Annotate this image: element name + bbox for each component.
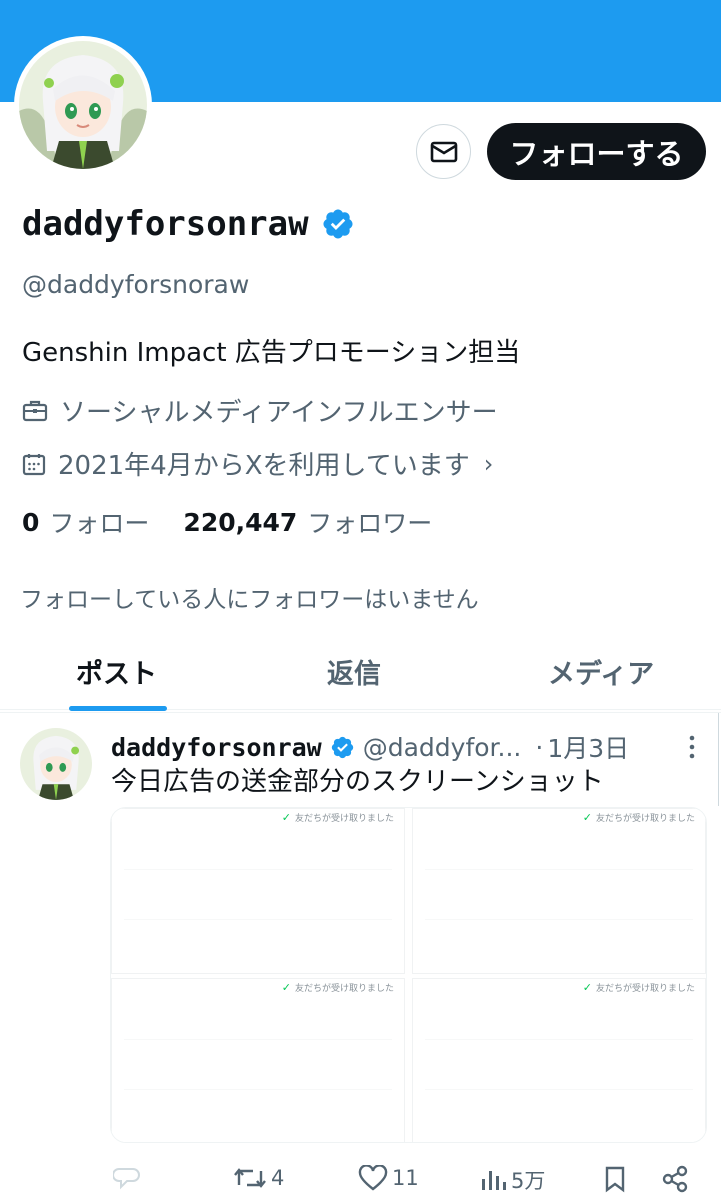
views-count: 5万 (511, 1169, 546, 1193)
post-image[interactable]: ✓ 友だちが受け取りました (412, 808, 706, 974)
followers-count[interactable]: 220,447 (183, 508, 297, 537)
post-item[interactable]: daddyforsonraw @daddyfor... · 1月3日 今日広告の… (0, 712, 721, 1200)
profile-avatar[interactable] (14, 36, 152, 174)
display-name-text: daddyforsonraw (22, 204, 309, 244)
verified-badge-icon (331, 736, 353, 758)
active-tab-indicator (69, 706, 167, 711)
follow-stats: 0 フォロー 220,447 フォロワー (22, 504, 432, 540)
post-image[interactable]: ✓ 友だちが受け取りました (111, 808, 405, 974)
views-button[interactable]: 5万 (479, 1165, 545, 1195)
profile-handle: @daddyforsnoraw (22, 270, 250, 299)
avatar-image (19, 41, 147, 169)
chevron-right-icon: › (483, 449, 494, 478)
more-options-icon[interactable] (684, 733, 700, 761)
like-count: 11 (392, 1166, 419, 1190)
following-count[interactable]: 0 (22, 508, 39, 537)
envelope-icon (430, 141, 457, 162)
post-text: 今日広告の送金部分のスクリーンショット (111, 767, 604, 797)
bookmark-icon (605, 1166, 625, 1193)
post-separator: · (535, 732, 544, 762)
share-button[interactable] (661, 1165, 693, 1193)
mutual-followers-note: フォローしている人にフォロワーはいません (20, 587, 479, 613)
post-media-grid: ✓ 友だちが受け取りました ✓ 友だちが受け取りました ✓ 友だちが受け取りました ✓… (110, 807, 707, 1143)
post-header: daddyforsonraw @daddyfor... · 1月3日 (111, 729, 629, 765)
following-label[interactable]: フォロー (49, 504, 149, 540)
check-icon: ✓ (582, 981, 592, 994)
received-label: ✓ 友だちが受け取りました (281, 811, 394, 824)
like-button[interactable]: 11 (358, 1165, 419, 1191)
repost-button[interactable]: 4 (233, 1165, 284, 1191)
profile-category-text: ソーシャルメディアインフルエンサー (60, 398, 498, 428)
post-image[interactable]: ✓ 友だちが受け取りました (412, 978, 706, 1142)
briefcase-icon (22, 400, 48, 421)
share-icon (662, 1165, 688, 1193)
heart-icon (358, 1165, 388, 1191)
bookmark-button[interactable] (603, 1165, 631, 1193)
reply-icon (113, 1168, 140, 1190)
profile-joined-text: 2021年4月からXを利用しています (58, 451, 470, 481)
received-label: ✓ 友だちが受け取りました (582, 981, 695, 994)
tab-media[interactable]: メディア (548, 652, 654, 691)
received-label: ✓ 友だちが受け取りました (582, 811, 695, 824)
verified-badge-icon (323, 209, 353, 239)
check-icon: ✓ (582, 811, 592, 824)
post-author-name[interactable]: daddyforsonraw (111, 733, 322, 762)
tab-replies[interactable]: 返信 (327, 652, 381, 691)
profile-tabs: ポスト 返信 メディア (0, 640, 721, 711)
reply-button[interactable] (113, 1165, 145, 1191)
post-image[interactable]: ✓ 友だちが受け取りました (111, 978, 405, 1142)
check-icon: ✓ (281, 981, 291, 994)
followers-label[interactable]: フォロワー (307, 504, 432, 540)
follow-button[interactable]: フォローする (487, 123, 706, 180)
tab-posts[interactable]: ポスト (76, 652, 157, 691)
repost-icon (234, 1168, 266, 1188)
post-actions: 4 11 5万 (0, 1159, 721, 1199)
profile-category: ソーシャルメディアインフルエンサー (22, 392, 498, 429)
post-author-handle[interactable]: @daddyfor... (363, 733, 522, 762)
views-chart-icon (482, 1171, 506, 1190)
post-timestamp[interactable]: 1月3日 (547, 729, 629, 765)
received-label: ✓ 友だちが受け取りました (281, 981, 394, 994)
check-icon: ✓ (281, 811, 291, 824)
calendar-icon (22, 453, 46, 475)
profile-joined[interactable]: 2021年4月からXを利用しています › (22, 445, 493, 482)
message-button[interactable] (416, 124, 471, 179)
post-avatar[interactable] (20, 728, 92, 800)
repost-count: 4 (271, 1166, 285, 1190)
profile-bio: Genshin Impact 広告プロモーション担当 (22, 338, 521, 368)
display-name: daddyforsonraw (22, 204, 355, 244)
